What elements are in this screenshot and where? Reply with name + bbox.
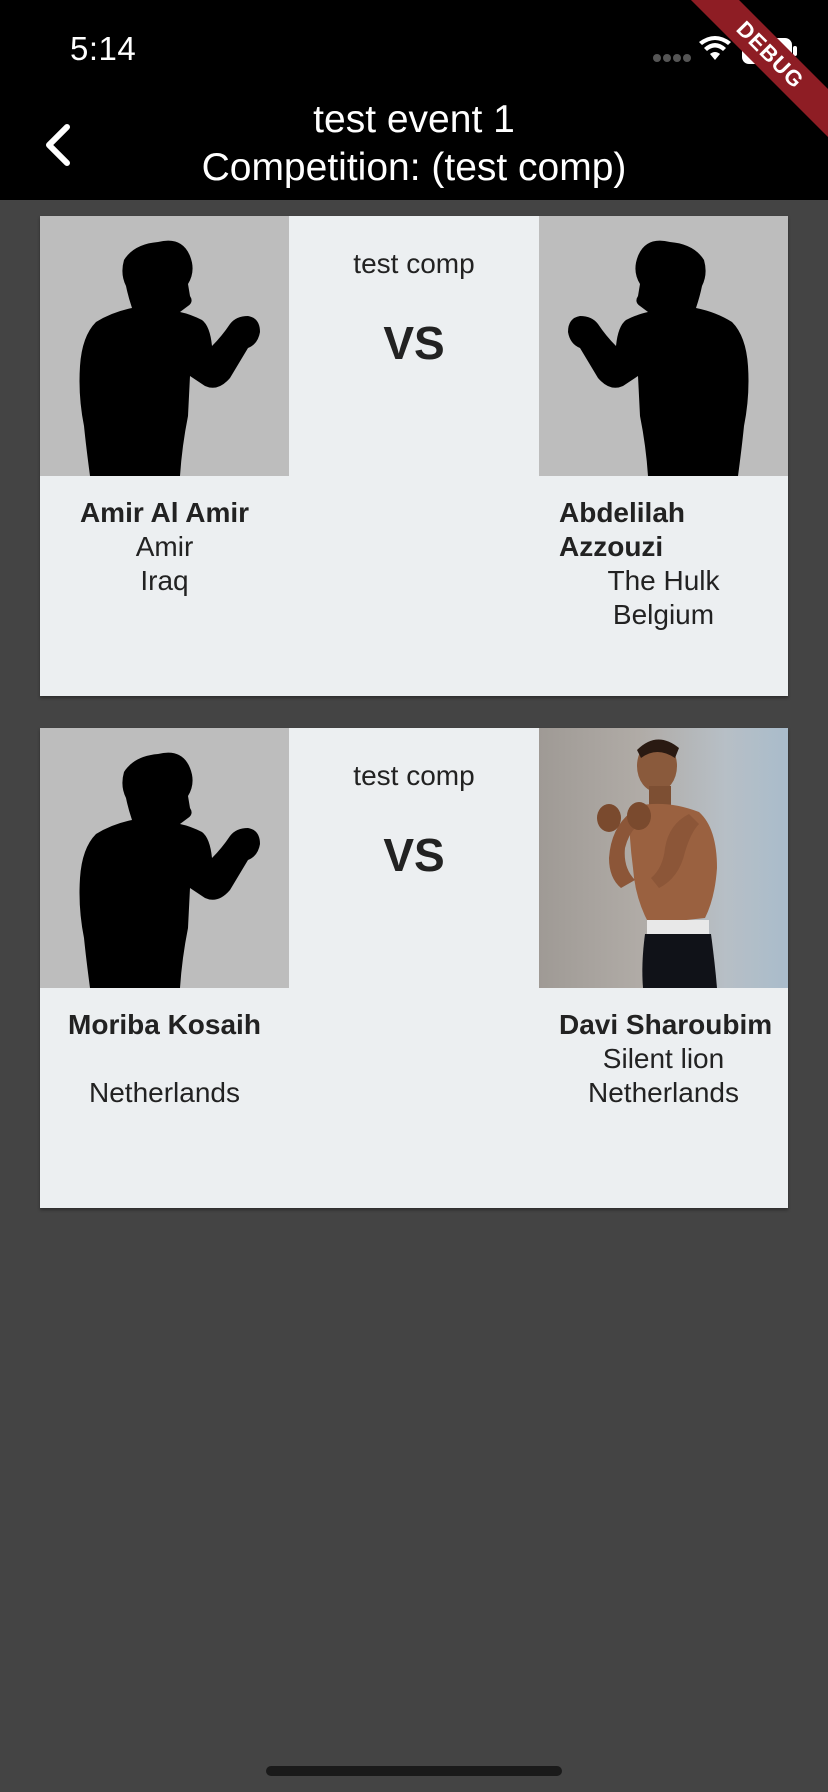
home-indicator[interactable] [266, 1766, 562, 1776]
fighter-photo-left [40, 728, 289, 988]
fighter-name: Amir Al Amir [79, 497, 250, 528]
fighter-name: Moriba Kosaih [68, 1009, 261, 1040]
fighter-nickname [40, 1042, 289, 1076]
fighter-country: Iraq [140, 565, 189, 596]
wifi-icon [699, 36, 731, 60]
competition-label: test comp [353, 760, 475, 791]
fighter-nickname: The Hulk [607, 565, 720, 596]
fighter-photo-right [539, 728, 788, 988]
page-title: test event 1 Competition: (test comp) [0, 96, 828, 192]
competition-label: test comp [353, 248, 475, 279]
app-bar: 5:14 test event 1 Competition: (test com… [0, 0, 828, 200]
fighter-info-left: Amir Al Amir Amir Iraq [40, 496, 289, 598]
fighter-country: Netherlands [588, 1077, 739, 1108]
vs-label: VS [383, 829, 445, 881]
fighter-info-left: Moriba Kosaih Netherlands [40, 1008, 289, 1110]
fighter-nickname: Amir [135, 531, 194, 562]
status-time: 5:14 [70, 30, 137, 67]
competition-title: Competition: (test comp) [201, 146, 627, 189]
fighter-nickname: Silent lion [602, 1043, 725, 1074]
fighter-name: Davi Sharoubim [559, 1009, 773, 1040]
fighter-silhouette-icon [79, 240, 260, 476]
screen: 5:14 test event 1 Competition: (test com… [0, 0, 828, 1792]
fighter-name: Abdelilah Azzouzi [559, 497, 686, 562]
event-title: test event 1 [313, 98, 515, 141]
fighter-silhouette-icon [79, 752, 260, 988]
fighter-country: Netherlands [89, 1077, 240, 1108]
fighter-info-right: Abdelilah Azzouzi The Hulk Belgium [539, 496, 788, 632]
fighter-country: Belgium [612, 599, 715, 630]
signal-icon [653, 54, 691, 62]
vs-label: VS [383, 317, 445, 369]
fighter-photo-left [40, 216, 289, 476]
match-card[interactable]: test comp VS Moriba Kosaih Netherlands D… [40, 728, 788, 1208]
fighter-figure [597, 739, 717, 988]
fighter-photo-right [539, 216, 788, 476]
fighter-info-right: Davi Sharoubim Silent lion Netherlands [539, 1008, 788, 1110]
fighter-photo-image [539, 728, 788, 988]
match-card[interactable]: test comp VS Amir Al Amir Amir Iraq Abde… [40, 216, 788, 696]
fighter-silhouette-icon [568, 240, 749, 476]
